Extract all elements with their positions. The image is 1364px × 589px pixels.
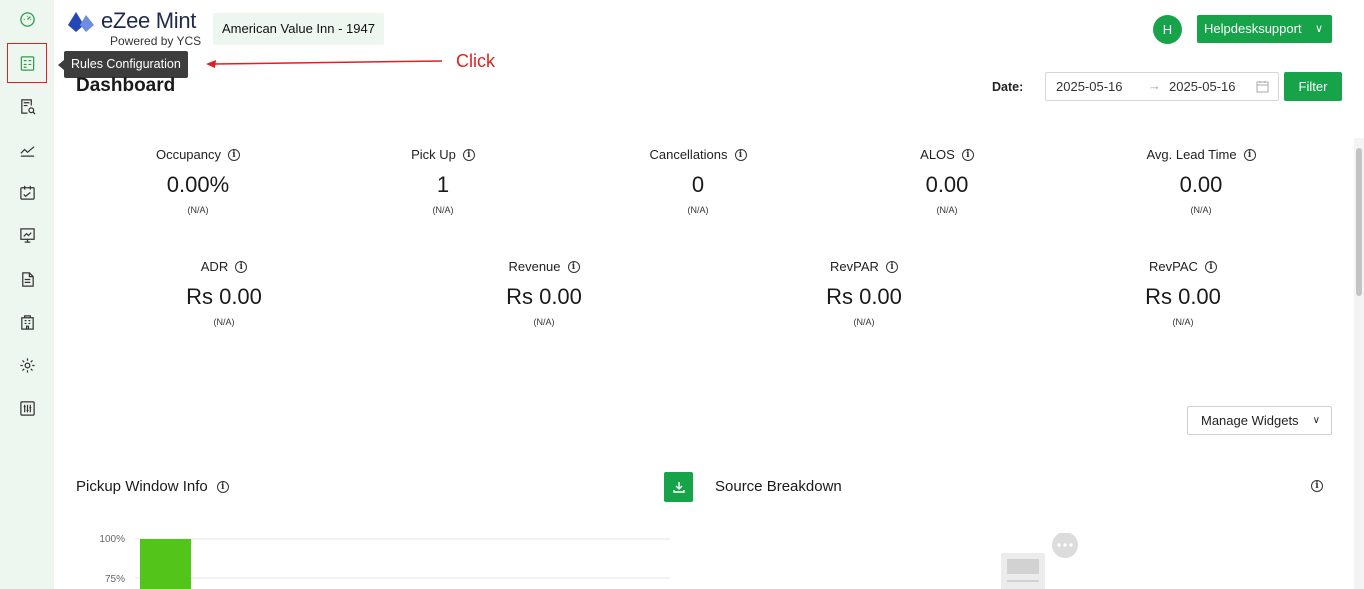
kpi-value: Rs 0.00 [826, 284, 902, 309]
kpi-sub: (N/A) [213, 317, 235, 327]
rules-configuration-tooltip: Rules Configuration [58, 51, 188, 78]
manage-widgets-button[interactable]: Manage Widgets ∨ [1187, 406, 1332, 435]
kpi-adr: ADR i Rs 0.00 (N/A) [144, 258, 304, 327]
chevron-down-icon: ∨ [1312, 415, 1320, 426]
settings-gear-icon[interactable] [8, 346, 46, 384]
kpi-avg-lead-time: Avg. Lead Time i 0.00 (N/A) [1121, 146, 1281, 215]
info-icon[interactable]: i [1243, 148, 1256, 161]
logo-mark-icon [68, 12, 94, 32]
kpi-revpar: RevPAR i Rs 0.00 (N/A) [784, 258, 944, 327]
kpi-sub: (N/A) [432, 205, 454, 215]
report-search-icon[interactable] [8, 87, 46, 125]
scrollbar-thumb[interactable] [1356, 148, 1362, 296]
kpi-sub: (N/A) [1190, 205, 1212, 215]
tick-label-100: 100% [99, 534, 125, 545]
download-button[interactable] [664, 472, 693, 502]
pickup-window-title: Pickup Window Info i [76, 478, 229, 495]
calendar-small-icon [1256, 81, 1269, 93]
kpi-label: Pick Up [411, 147, 456, 162]
dashboard-icon[interactable] [8, 0, 46, 38]
section-title-text: Pickup Window Info [76, 478, 208, 495]
kpi-sub: (N/A) [687, 205, 709, 215]
kpi-value: 0.00 [1179, 172, 1223, 197]
document-icon[interactable] [8, 260, 46, 298]
kpi-sub: (N/A) [853, 317, 875, 327]
sidebar [0, 0, 54, 589]
info-icon[interactable]: i [1204, 260, 1217, 273]
kpi-label: Occupancy [155, 147, 222, 162]
calendar-icon[interactable] [8, 173, 46, 211]
download-icon [672, 482, 685, 493]
kpi-value: Rs 0.00 [1145, 284, 1221, 309]
source-breakdown-title: Source Breakdown [715, 478, 842, 495]
kpi-value: Rs 0.00 [506, 284, 582, 309]
kpi-value: 1 [436, 172, 450, 197]
date-label: Date: [992, 80, 1024, 94]
kpi-value: 0.00 [925, 172, 969, 197]
start-date[interactable]: 2025-05-16 [1056, 79, 1123, 94]
manage-widgets-label: Manage Widgets [1201, 413, 1299, 428]
kpi-alos: ALOS i 0.00 (N/A) [867, 146, 1027, 215]
kpi-sub: (N/A) [1172, 317, 1194, 327]
brand-name: eZee Mint [101, 8, 197, 33]
kpi-label: Avg. Lead Time [1146, 147, 1237, 162]
info-icon[interactable]: i [462, 148, 475, 161]
kpi-value: Rs 0.00 [186, 284, 262, 309]
kpi-label: RevPAR [830, 259, 879, 274]
end-date[interactable]: 2025-05-16 [1169, 79, 1236, 94]
info-icon[interactable]: i [885, 260, 898, 273]
kpi-label: ALOS [920, 147, 955, 162]
empty-state-illustration-icon [1001, 533, 1078, 589]
section-title-text: Source Breakdown [715, 478, 842, 495]
kpi-label: RevPAC [1149, 259, 1198, 274]
info-icon[interactable]: i [235, 260, 248, 273]
sliders-icon[interactable] [8, 389, 46, 427]
kpi-occupancy: Occupancy i 0.00% (N/A) [118, 146, 278, 215]
kpi-label: ADR [200, 259, 229, 274]
kpi-sub: (N/A) [533, 317, 555, 327]
filter-button[interactable]: Filter [1284, 72, 1342, 101]
kpi-revenue: Revenue i Rs 0.00 (N/A) [464, 258, 624, 327]
info-icon[interactable]: i [734, 148, 747, 161]
pickup-bar [140, 539, 191, 589]
brand-tagline: Powered by YCS [110, 34, 202, 48]
kpi-value: 0 [691, 172, 705, 197]
hotel-selector[interactable]: American Value Inn - 1947 [213, 13, 384, 45]
annotation-arrow-icon [206, 60, 443, 68]
brand-logo: eZee Mint Powered by YCS [67, 8, 207, 50]
presentation-chart-icon[interactable] [8, 216, 46, 254]
kpi-sub: (N/A) [936, 205, 958, 215]
date-range-picker[interactable]: 2025-05-16 → 2025-05-16 [1045, 72, 1279, 101]
info-icon[interactable]: i [1311, 480, 1323, 492]
info-icon[interactable]: i [216, 480, 229, 493]
info-icon[interactable]: i [567, 260, 580, 273]
user-menu-button[interactable]: Helpdesksupport ∨ [1197, 15, 1332, 43]
kpi-pick-up: Pick Up i 1 (N/A) [363, 146, 523, 215]
tick-label-75: 75% [105, 574, 125, 585]
info-icon[interactable]: i [961, 148, 974, 161]
kpi-cancellations: Cancellations i 0 (N/A) [618, 146, 778, 215]
info-icon[interactable]: i [228, 148, 241, 161]
kpi-value: 0.00% [166, 172, 230, 197]
trend-chart-icon[interactable] [8, 130, 46, 168]
building-icon[interactable] [8, 303, 46, 341]
pickup-chart: 100% 75% [99, 534, 670, 589]
chevron-down-icon: ∨ [1314, 23, 1323, 35]
kpi-label: Revenue [508, 259, 561, 274]
kpi-sub: (N/A) [187, 205, 209, 215]
page-title: Dashboard [76, 75, 176, 96]
arrow-right-icon: → [1148, 78, 1161, 93]
click-annotation: Click [456, 51, 495, 71]
user-name: Helpdesksupport [1204, 21, 1302, 36]
kpi-label: Cancellations [649, 147, 728, 162]
avatar[interactable]: H [1153, 15, 1182, 44]
rules-configuration-icon[interactable] [7, 43, 47, 83]
kpi-revpac: RevPAC i Rs 0.00 (N/A) [1103, 258, 1263, 327]
